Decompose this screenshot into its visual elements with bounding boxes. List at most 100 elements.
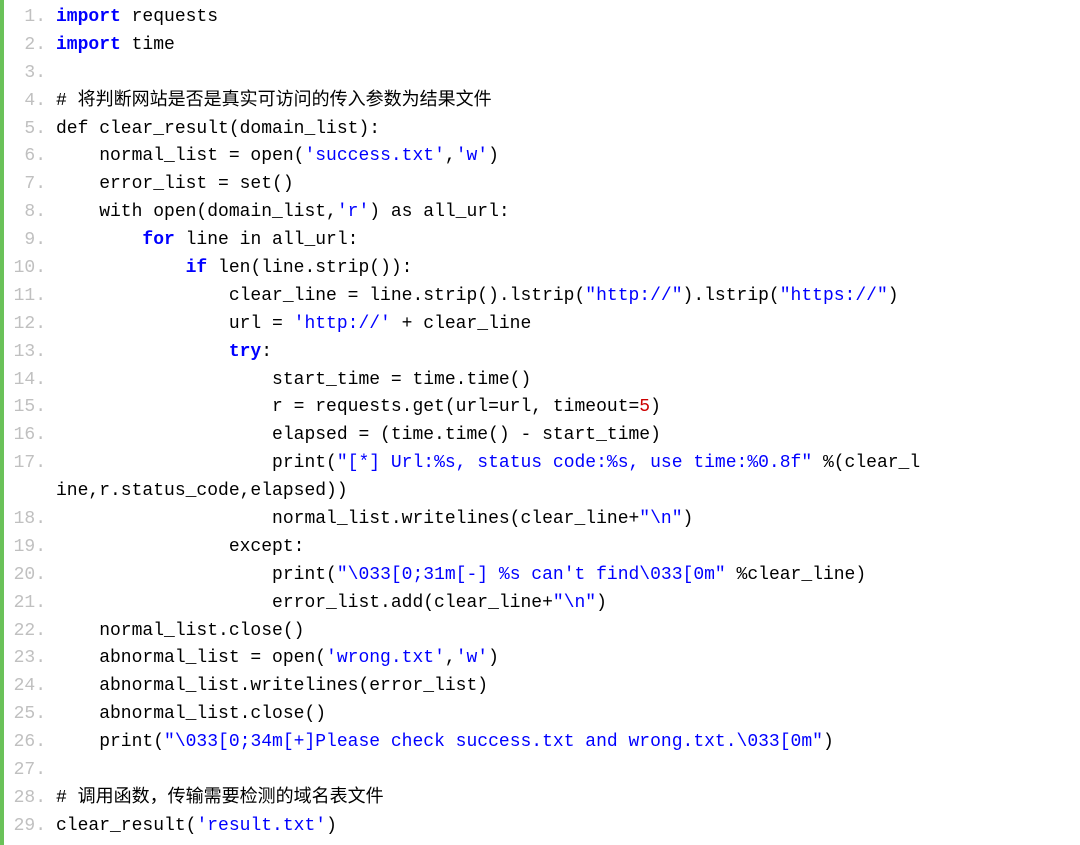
- token-cmt: # 调用函数，传输需要检测的域名表文件: [56, 788, 384, 808]
- line-content: [56, 60, 1080, 88]
- token-txt: print(: [56, 565, 337, 585]
- code-line: 28.# 调用函数，传输需要检测的域名表文件: [4, 785, 1080, 813]
- token-num: 5: [639, 397, 650, 417]
- token-txt: ): [888, 286, 899, 306]
- line-number: 26.: [4, 729, 56, 757]
- line-number: 5.: [4, 116, 56, 144]
- token-kw: for: [142, 230, 174, 250]
- code-line: 12. url = 'http://' + clear_line: [4, 311, 1080, 339]
- token-txt: clear_result(: [56, 816, 196, 836]
- token-str: 'w': [456, 146, 488, 166]
- token-txt: [56, 342, 229, 362]
- code-line: 15. r = requests.get(url=url, timeout=5): [4, 394, 1080, 422]
- line-content: url = 'http://' + clear_line: [56, 311, 1080, 339]
- token-txt: :: [261, 342, 272, 362]
- line-content: error_list = set(): [56, 171, 1080, 199]
- token-kw: import: [56, 35, 121, 55]
- line-content: print("\033[0;31m[-] %s can't find\033[0…: [56, 562, 1080, 590]
- token-str: "\n": [553, 593, 596, 613]
- line-number: 1.: [4, 4, 56, 32]
- line-content: if len(line.strip()):: [56, 255, 1080, 283]
- line-content: except:: [56, 534, 1080, 562]
- code-line: 24. abnormal_list.writelines(error_list): [4, 673, 1080, 701]
- line-number: 2.: [4, 32, 56, 60]
- line-content: # 将判断网站是否是真实可访问的传入参数为结果文件: [56, 88, 1080, 116]
- token-txt: except:: [56, 537, 304, 557]
- line-content: ine,r.status_code,elapsed)): [56, 478, 1080, 506]
- code-line: 8. with open(domain_list,'r') as all_url…: [4, 199, 1080, 227]
- code-block: 1.import requests2.import time3.4.# 将判断网…: [0, 0, 1080, 845]
- code-line: 27.: [4, 757, 1080, 785]
- code-line: 7. error_list = set(): [4, 171, 1080, 199]
- token-str: "\033[0;31m[-] %s can't find\033[0m": [337, 565, 726, 585]
- token-txt: ,: [445, 648, 456, 668]
- token-txt: abnormal_list.writelines(error_list): [56, 676, 488, 696]
- line-number: 13.: [4, 339, 56, 367]
- token-txt: start_time = time.time(): [56, 370, 531, 390]
- code-line: 21. error_list.add(clear_line+"\n"): [4, 590, 1080, 618]
- line-content: for line in all_url:: [56, 227, 1080, 255]
- token-txt: ): [488, 648, 499, 668]
- code-line: 20. print("\033[0;31m[-] %s can't find\0…: [4, 562, 1080, 590]
- line-number: 9.: [4, 227, 56, 255]
- code-line: 11. clear_line = line.strip().lstrip("ht…: [4, 283, 1080, 311]
- token-kw: if: [186, 258, 208, 278]
- line-number: 28.: [4, 785, 56, 813]
- line-number: 21.: [4, 590, 56, 618]
- token-txt: [56, 258, 186, 278]
- token-txt: len(line.strip()):: [207, 258, 412, 278]
- line-number: 10.: [4, 255, 56, 283]
- code-line: 6. normal_list = open('success.txt','w'): [4, 143, 1080, 171]
- token-kw: import: [56, 7, 121, 27]
- code-line: 16. elapsed = (time.time() - start_time): [4, 422, 1080, 450]
- token-txt: ): [488, 146, 499, 166]
- token-txt: normal_list = open(: [56, 146, 304, 166]
- code-line: 18. normal_list.writelines(clear_line+"\…: [4, 506, 1080, 534]
- line-number: 20.: [4, 562, 56, 590]
- line-content: normal_list = open('success.txt','w'): [56, 143, 1080, 171]
- token-txt: ): [596, 593, 607, 613]
- token-txt: error_list.add(clear_line+: [56, 593, 553, 613]
- line-content: normal_list.close(): [56, 618, 1080, 646]
- line-number: 15.: [4, 394, 56, 422]
- line-number: 11.: [4, 283, 56, 311]
- token-txt: line in all_url:: [175, 230, 359, 250]
- token-txt: normal_list.close(): [56, 621, 304, 641]
- token-txt: + clear_line: [391, 314, 531, 334]
- line-content: clear_line = line.strip().lstrip("http:/…: [56, 283, 1080, 311]
- line-number: 24.: [4, 673, 56, 701]
- token-txt: with open(domain_list,: [56, 202, 337, 222]
- line-number: 4.: [4, 88, 56, 116]
- token-str: 'result.txt': [196, 816, 326, 836]
- token-str: "\033[0;34m[+]Please check success.txt a…: [164, 732, 823, 752]
- token-str: "[*] Url:%s, status code:%s, use time:%0…: [337, 453, 812, 473]
- line-content: [56, 757, 1080, 785]
- token-txt: %clear_line): [726, 565, 866, 585]
- line-number: 29.: [4, 813, 56, 841]
- token-str: "http://": [585, 286, 682, 306]
- line-content: abnormal_list.close(): [56, 701, 1080, 729]
- code-line: 23. abnormal_list = open('wrong.txt','w'…: [4, 645, 1080, 673]
- token-txt: print(: [56, 453, 337, 473]
- line-content: abnormal_list = open('wrong.txt','w'): [56, 645, 1080, 673]
- token-txt: %(clear_l: [812, 453, 920, 473]
- code-line: 26. print("\033[0;34m[+]Please check suc…: [4, 729, 1080, 757]
- token-cmt: # 将判断网站是否是真实可访问的传入参数为结果文件: [56, 91, 492, 111]
- line-content: r = requests.get(url=url, timeout=5): [56, 394, 1080, 422]
- line-content: import requests: [56, 4, 1080, 32]
- code-line: 2.import time: [4, 32, 1080, 60]
- code-line: 25. abnormal_list.close(): [4, 701, 1080, 729]
- line-content: error_list.add(clear_line+"\n"): [56, 590, 1080, 618]
- line-number: 27.: [4, 757, 56, 785]
- code-line: 9. for line in all_url:: [4, 227, 1080, 255]
- line-content: try:: [56, 339, 1080, 367]
- code-line: 22. normal_list.close(): [4, 618, 1080, 646]
- line-content: with open(domain_list,'r') as all_url:: [56, 199, 1080, 227]
- token-txt: abnormal_list.close(): [56, 704, 326, 724]
- token-txt: ,: [445, 146, 456, 166]
- token-txt: normal_list.writelines(clear_line+: [56, 509, 639, 529]
- line-content: import time: [56, 32, 1080, 60]
- token-txt: print(: [56, 732, 164, 752]
- line-content: abnormal_list.writelines(error_list): [56, 673, 1080, 701]
- token-str: 'success.txt': [304, 146, 444, 166]
